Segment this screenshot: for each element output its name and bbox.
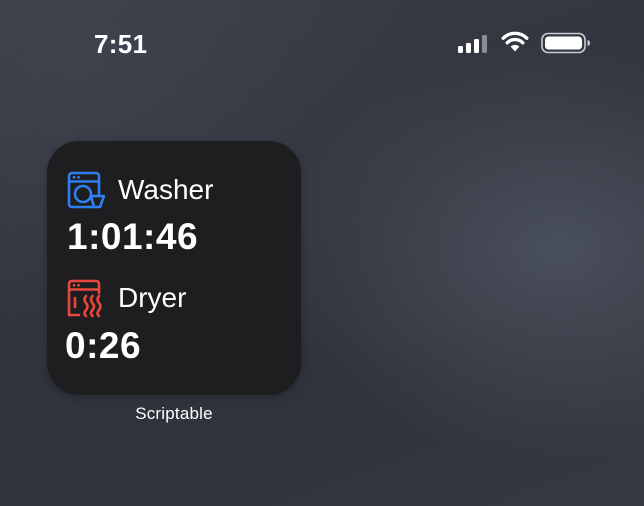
battery-icon bbox=[541, 32, 590, 54]
washer-timer: 1:01:46 bbox=[67, 216, 199, 257]
widget-app-label: Scriptable bbox=[135, 404, 213, 423]
scriptable-widget[interactable]: Washer 1:01:46 Dryer 0:26 bbox=[47, 141, 301, 395]
status-bar-time: 7:51 bbox=[94, 29, 148, 59]
dryer-timer: 0:26 bbox=[65, 325, 142, 366]
wifi-icon bbox=[501, 31, 529, 52]
cellular-signal-icon bbox=[458, 35, 487, 53]
dryer-icon bbox=[67, 279, 102, 318]
washing-machine-icon bbox=[67, 171, 105, 209]
washer-label: Washer bbox=[118, 174, 214, 205]
dryer-label: Dryer bbox=[118, 282, 187, 313]
